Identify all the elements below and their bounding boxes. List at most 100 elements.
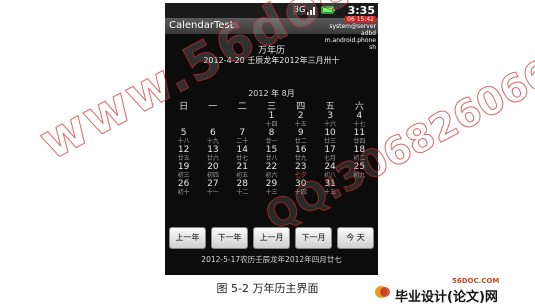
calendar-day-cell[interactable]: 10 廿三 [315,128,344,146]
calendar-day-cell[interactable]: 15 廿八 [257,145,286,163]
current-date-line: 2012-4-20 壬辰龙年2012年三月卅十 [203,56,340,65]
lunar-day: 廿七 [236,155,249,162]
calendar-day-cell[interactable]: 30 十四 [286,179,315,197]
calendar-day-cell[interactable]: 9 廿二 [286,128,315,146]
lunar-day: 初二 [353,155,366,162]
calendar-day-cell [198,111,227,128]
battery-icon [321,5,335,15]
day-number: 11 [353,128,366,138]
lunar-day: 初十 [177,189,190,196]
lunar-day: 十六 [324,121,337,128]
selected-date-footer: 2012-5-17农历壬辰龙年2012年四月廿七 [201,255,342,264]
lunar-day: 十四 [265,121,278,128]
calendar-day-cell[interactable]: 1 十四 [257,111,286,129]
calendar-day-cell[interactable]: 23 七夕 [286,162,315,180]
lunar-day: 十五 [294,121,307,128]
calendar-day-cell[interactable]: 8 廿一 [257,128,286,146]
notification-line: adbd [360,30,376,37]
calendar-day-cell[interactable]: 5 十八 [169,128,198,146]
lunar-day: 十二 [236,189,249,196]
prev-year-button[interactable]: 上一年 [169,227,206,249]
site-logo-small-text: 56DOC.COM [452,277,500,285]
calendar-day-cell[interactable]: 25 初九 [345,162,374,180]
day-number: 10 [324,128,336,138]
calendar-day-cell[interactable]: 19 初三 [169,162,198,180]
day-number: 14 [236,145,248,155]
calendar-day-cell [345,179,374,196]
calendar-day-cell[interactable]: 7 二十 [228,128,257,146]
calendar-day-cell[interactable]: 4 十七 [345,111,374,129]
lunar-day: 初三 [177,172,190,179]
day-number: 8 [268,128,275,138]
calendar-day-cell[interactable]: 20 初四 [198,162,227,180]
prev-month-button[interactable]: 上一月 [253,227,290,249]
calendar-day-cell[interactable]: 21 初五 [228,162,257,180]
calendar-day-cell[interactable]: 11 廿四 [345,128,374,146]
lunar-day: 廿九 [294,155,307,162]
lunar-day: 初六 [265,172,278,179]
calendar-day-cell[interactable]: 12 廿五 [169,145,198,163]
day-number: 21 [236,162,248,172]
day-number: 9 [297,128,304,138]
calendar-day-cell[interactable]: 27 十一 [198,179,227,197]
day-number: 16 [295,145,307,155]
lunar-day: 七月 [324,155,337,162]
lunar-day: 十五 [324,189,337,196]
calendar-day-cell[interactable]: 28 十二 [228,179,257,197]
calendar-day-cell[interactable]: 14 廿七 [228,145,257,163]
calendar-day-cell [169,111,198,128]
calendar-day-cell[interactable]: 16 廿九 [286,145,315,163]
lunar-day: 十四 [294,189,307,196]
day-number: 17 [324,145,336,155]
day-number: 25 [353,162,366,172]
day-number: 26 [177,179,190,189]
network-3g-icon: 3G [293,5,307,15]
lunar-day: 初四 [206,172,219,179]
next-year-button[interactable]: 下一年 [211,227,248,249]
weekday-header: 日 一 二 三 四 五 六 [169,99,374,112]
day-number: 7 [239,128,246,138]
calendar-day-cell[interactable]: 29 十三 [257,179,286,197]
calendar-day-cell[interactable]: 17 七月 [315,145,344,163]
day-number: 1 [268,111,275,121]
day-number: 3 [327,111,333,121]
calendar-day-cell[interactable]: 18 初二 [345,145,374,163]
day-number: 28 [236,179,248,189]
calendar-day-cell[interactable]: 3 十六 [315,111,344,129]
lunar-day: 廿一 [265,138,278,145]
calendar-day-cell[interactable]: 22 初六 [257,162,286,180]
lunar-day: 十三 [265,189,278,196]
day-number: 19 [177,162,190,172]
navigation-buttons: 上一年 下一年 上一月 下一月 今 天 [169,227,374,249]
day-number: 30 [295,179,307,189]
day-number: 27 [207,179,219,189]
day-number: 23 [295,162,307,172]
day-number: 29 [265,179,278,189]
lunar-day: 廿四 [353,138,366,145]
day-number: 24 [324,162,336,172]
site-logo-icon [375,286,390,298]
calendar-day-cell[interactable]: 24 初八 [315,162,344,180]
phone-screen: 3G 3:35 CalendarTest 06 15:42 system@ser… [165,3,378,275]
day-number: 31 [324,179,336,189]
calendar-day-cell[interactable]: 2 十五 [286,111,315,129]
calendar-day-cell[interactable]: 26 初十 [169,179,198,197]
day-number: 13 [207,145,219,155]
month-title: 2012 年 8月 [248,89,295,98]
calendar-day-cell[interactable]: 6 十九 [198,128,227,146]
lunar-day: 十九 [206,138,219,145]
calendar-day-cell[interactable]: 13 廿六 [198,145,227,163]
day-number: 20 [207,162,219,172]
notification-badge: 06 15:42 [345,16,376,23]
day-number: 2 [297,111,304,121]
lunar-day: 廿六 [206,155,219,162]
today-button[interactable]: 今 天 [337,227,374,249]
signal-icon [307,5,317,15]
lunar-day: 廿二 [294,138,307,145]
lunar-day: 十七 [353,121,366,128]
calendar-day-cell[interactable]: 31 十五 [315,179,344,197]
lunar-day: 二十 [236,138,249,145]
next-month-button[interactable]: 下一月 [295,227,332,249]
page: 3G 3:35 CalendarTest 06 15:42 system@ser… [0,0,535,308]
lunar-day: 初五 [236,172,249,179]
